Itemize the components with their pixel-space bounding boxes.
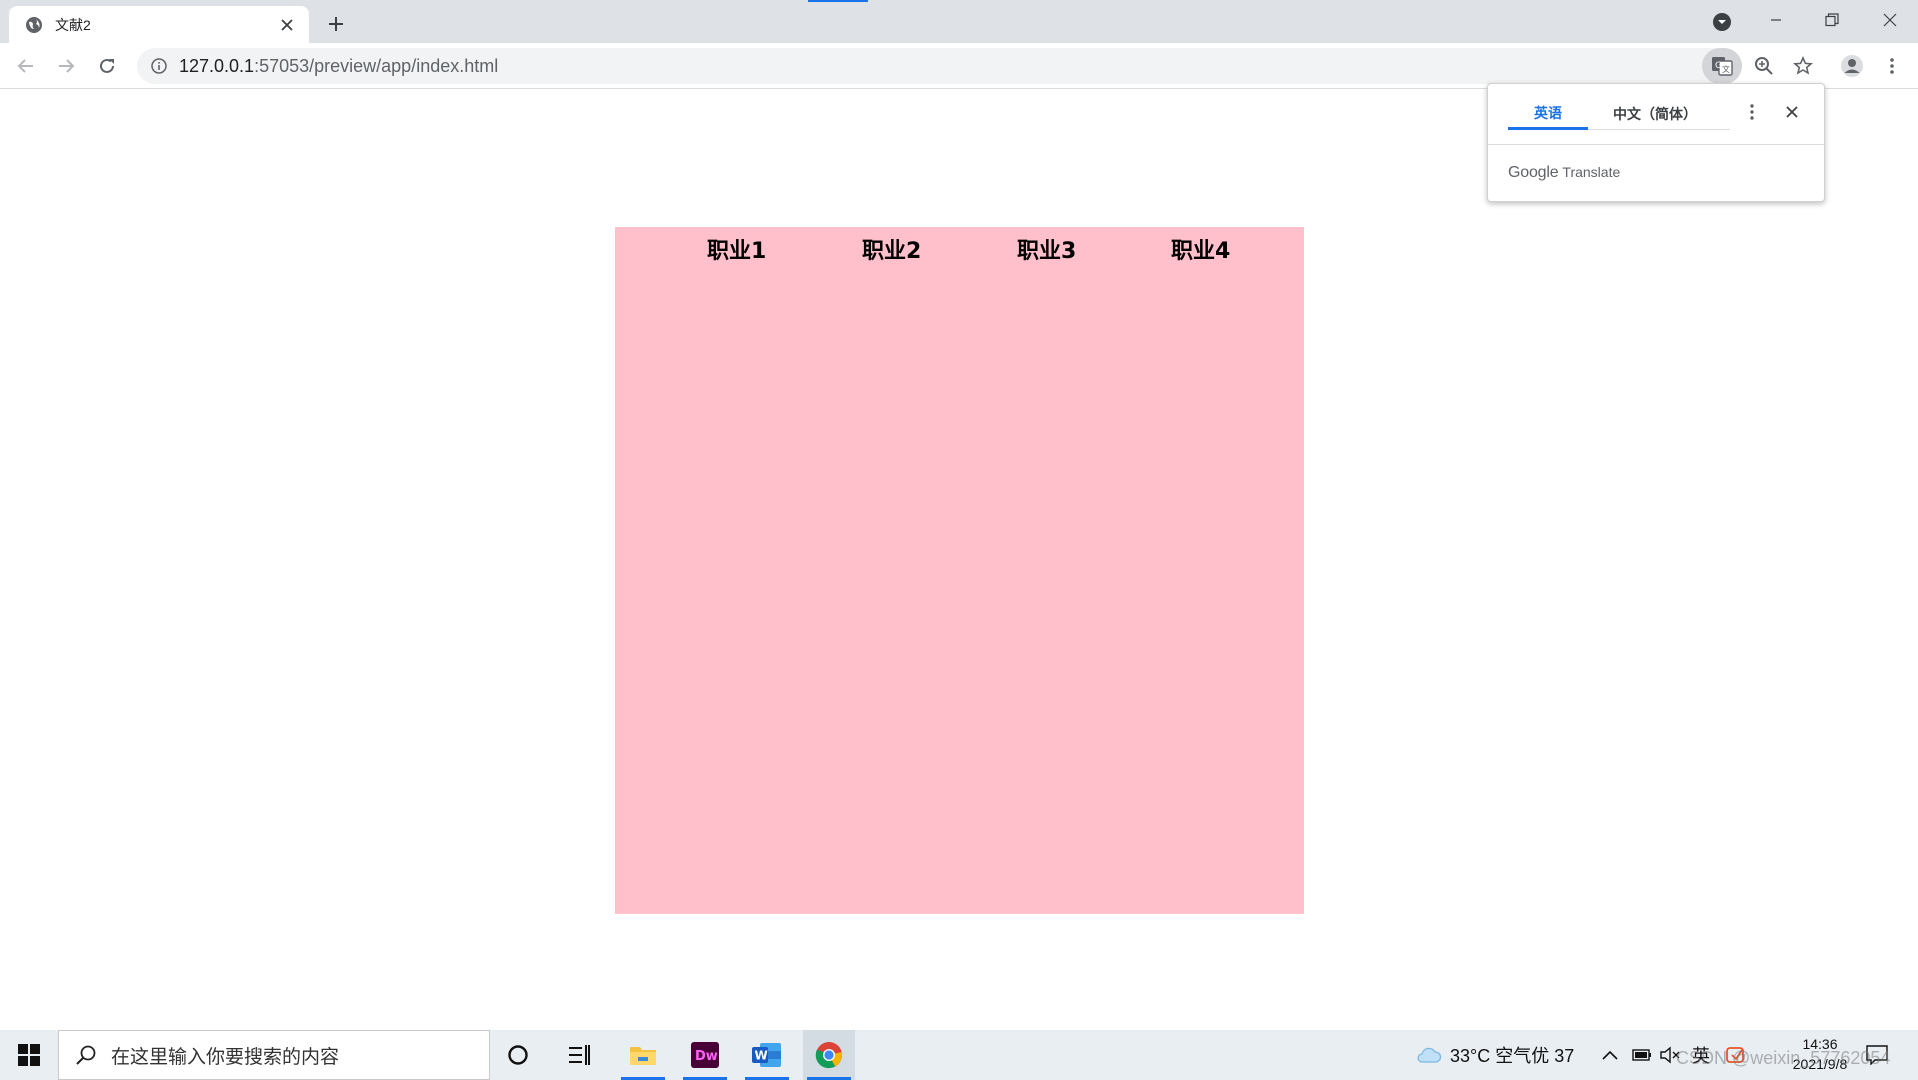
weather-widget[interactable]: 33°C 空气优 37 bbox=[1416, 1030, 1574, 1080]
taskbar-app-word[interactable]: W bbox=[741, 1030, 793, 1080]
translate-popup: 英语 中文（简体） Google Translate bbox=[1487, 83, 1825, 202]
taskbar-app-chrome[interactable] bbox=[803, 1030, 855, 1080]
zoom-in-icon bbox=[1755, 57, 1773, 75]
restore-icon bbox=[1825, 13, 1839, 27]
google-translate-branding: Google Translate bbox=[1508, 164, 1620, 188]
globe-icon bbox=[25, 16, 43, 34]
restore-button[interactable] bbox=[1804, 0, 1860, 40]
reload-icon bbox=[100, 58, 114, 73]
translate-options-button[interactable] bbox=[1738, 98, 1766, 126]
svg-text:文: 文 bbox=[1722, 64, 1730, 74]
close-window-button[interactable] bbox=[1862, 0, 1918, 40]
cortana-circle-icon bbox=[508, 1045, 528, 1065]
chevron-up-icon bbox=[1602, 1050, 1618, 1060]
cloud-icon bbox=[1417, 1047, 1442, 1063]
search-icon bbox=[73, 1042, 99, 1068]
new-tab-button[interactable] bbox=[320, 8, 352, 40]
translate-language-tabs: 英语 中文（简体） bbox=[1508, 98, 1730, 130]
folder-icon bbox=[630, 1047, 656, 1065]
tab-title: 文献2 bbox=[55, 16, 91, 33]
info-icon[interactable] bbox=[141, 48, 177, 84]
task-view-icon bbox=[569, 1045, 590, 1065]
job-list: 职业1 职业2 职业3 职业4 bbox=[615, 227, 1304, 271]
more-vert-icon bbox=[1750, 104, 1754, 120]
translate-close-button[interactable] bbox=[1778, 98, 1806, 126]
translate-label: Translate bbox=[1562, 164, 1621, 180]
search-placeholder: 在这里输入你要搜索的内容 bbox=[111, 1046, 340, 1068]
google-logo: Google bbox=[1508, 164, 1559, 181]
tab-target-language[interactable]: 中文（简体） bbox=[1590, 98, 1720, 130]
job-item-4: 职业4 bbox=[1171, 239, 1231, 264]
reload-button[interactable] bbox=[91, 50, 123, 82]
profile-button[interactable] bbox=[1836, 50, 1868, 82]
avatar-icon bbox=[1841, 55, 1863, 77]
zoom-button[interactable] bbox=[1748, 50, 1780, 82]
arrow-left-icon bbox=[17, 59, 33, 73]
job-item-3: 职业3 bbox=[1017, 239, 1077, 264]
start-button[interactable] bbox=[0, 1030, 58, 1080]
url-path: :57053/preview/app/index.html bbox=[254, 55, 499, 76]
job-item-1: 职业1 bbox=[707, 239, 767, 264]
cortana-button[interactable] bbox=[492, 1030, 544, 1080]
watermark: CSDN @weixin_57762054 bbox=[1676, 1048, 1891, 1068]
tab-strip-indicator bbox=[808, 0, 868, 2]
word-label: W bbox=[755, 1049, 768, 1063]
task-view-button[interactable] bbox=[553, 1030, 605, 1080]
translate-page-button[interactable]: G文 bbox=[1702, 48, 1742, 84]
divider bbox=[1488, 144, 1824, 145]
arrow-right-icon bbox=[59, 59, 75, 73]
svg-text:G: G bbox=[1715, 61, 1722, 71]
chrome-icon bbox=[815, 1042, 842, 1069]
back-button[interactable] bbox=[10, 50, 42, 82]
translate-icon: G文 bbox=[1712, 57, 1733, 76]
url-text: 127.0.0.1:57053/preview/app/index.html bbox=[179, 56, 498, 77]
dreamweaver-icon: Dw bbox=[691, 1042, 719, 1068]
tab-close-icon[interactable] bbox=[275, 13, 299, 37]
minimize-button[interactable] bbox=[1748, 0, 1804, 40]
address-bar[interactable]: 127.0.0.1:57053/preview/app/index.html G… bbox=[137, 48, 1742, 84]
tab-strip: 文献2 bbox=[0, 0, 1918, 43]
more-vert-icon bbox=[1890, 58, 1894, 74]
browser-tab[interactable]: 文献2 bbox=[9, 6, 309, 43]
taskbar-app-dreamweaver[interactable]: Dw bbox=[679, 1030, 731, 1080]
tab-search-button[interactable] bbox=[1708, 8, 1736, 36]
minimize-icon bbox=[1771, 19, 1781, 21]
content-box: 职业1 职业2 职业3 职业4 bbox=[615, 227, 1304, 914]
taskbar: 在这里输入你要搜索的内容 Dw W 33°C 空气优 37 英 14:36 20… bbox=[0, 1030, 1918, 1080]
close-icon bbox=[1883, 13, 1897, 27]
plus-icon bbox=[329, 17, 343, 31]
job-item-2: 职业2 bbox=[862, 239, 922, 264]
battery-icon bbox=[1632, 1049, 1651, 1061]
bookmark-button[interactable] bbox=[1787, 50, 1819, 82]
screen: 文献2 127.0.0.1:57053/preview/app/index.ht… bbox=[0, 0, 1918, 1080]
close-icon bbox=[1786, 106, 1798, 118]
star-icon bbox=[1793, 56, 1813, 75]
url-host: 127.0.0.1 bbox=[179, 55, 255, 76]
menu-button[interactable] bbox=[1876, 50, 1908, 82]
taskbar-search-box[interactable]: 在这里输入你要搜索的内容 bbox=[58, 1030, 490, 1080]
forward-button[interactable] bbox=[50, 50, 82, 82]
word-icon: W bbox=[752, 1043, 781, 1067]
show-hidden-icons-button[interactable] bbox=[1602, 1030, 1618, 1080]
dreamweaver-label: Dw bbox=[695, 1049, 718, 1064]
taskbar-app-file-explorer[interactable] bbox=[617, 1030, 669, 1080]
windows-logo-icon bbox=[18, 1044, 40, 1066]
battery-button[interactable] bbox=[1632, 1030, 1652, 1080]
tab-source-language[interactable]: 英语 bbox=[1508, 98, 1588, 130]
chevron-down-circle-icon bbox=[1713, 13, 1731, 31]
weather-text: 33°C 空气优 37 bbox=[1450, 1046, 1575, 1066]
